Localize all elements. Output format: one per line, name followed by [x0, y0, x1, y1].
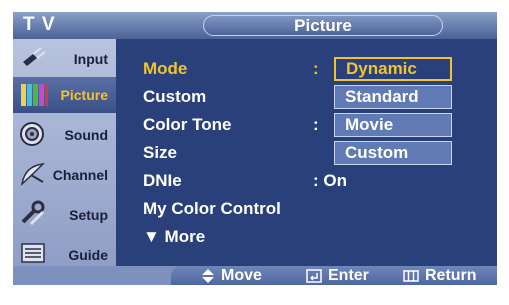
menu-return-icon	[403, 270, 419, 282]
menu-item-label: Custom	[143, 87, 207, 106]
help-return: Return	[403, 266, 477, 285]
speaker-icon	[20, 122, 44, 146]
title-bar: T V Picture	[13, 12, 497, 39]
dropdown-option-movie[interactable]: Movie	[334, 113, 452, 137]
menu-item-custom[interactable]: Custom	[143, 87, 206, 113]
sidebar-item-setup[interactable]: Setup	[13, 197, 116, 233]
sidebar-item-sound[interactable]: Sound	[13, 117, 116, 153]
menu-item-my-color-control[interactable]: My Color Control	[143, 199, 281, 225]
help-move-label: Move	[221, 267, 262, 284]
help-move: Move	[201, 266, 262, 285]
menu-item-mode[interactable]: Mode	[143, 59, 187, 85]
enter-key-icon	[306, 269, 322, 283]
osd-menu: T V Picture Input Picture Sound Channel …	[13, 12, 497, 285]
menu-item-label: Mode	[143, 59, 188, 78]
menu-item-label: Color Tone	[143, 115, 232, 134]
menu-item-label: My Color Control	[143, 199, 281, 218]
menu-item-color-tone-value: :	[313, 115, 319, 134]
help-bar: Move Enter Return	[13, 266, 497, 285]
sidebar-item-label: Input	[73, 51, 108, 67]
input-plug-icon	[23, 47, 46, 66]
sidebar-item-label: Setup	[69, 207, 108, 223]
sidebar-item-label: Picture	[60, 87, 108, 103]
sidebar-item-label: Guide	[68, 247, 108, 263]
menu-item-label: DNIe	[143, 171, 182, 190]
dropdown-option-dynamic[interactable]: Dynamic	[334, 57, 452, 81]
dropdown-option-standard[interactable]: Standard	[334, 85, 452, 109]
satellite-dish-icon	[20, 163, 46, 187]
menu-item-label: Size	[143, 143, 178, 162]
sidebar-item-picture[interactable]: Picture	[13, 77, 116, 113]
sidebar-item-label: Channel	[52, 167, 108, 183]
sidebar-item-channel[interactable]: Channel	[13, 157, 116, 193]
menu-item-mode-value: :	[313, 59, 319, 78]
picture-bars-icon	[21, 84, 48, 106]
menu-item-more[interactable]: ▼ More	[143, 227, 205, 253]
menu-title: Picture	[203, 15, 443, 36]
tv-screen: T V Picture Input Picture Sound Channel …	[0, 0, 509, 305]
device-label: T V	[23, 14, 56, 35]
sidebar-item-label: Sound	[64, 127, 108, 143]
program-guide-icon	[21, 243, 45, 263]
up-down-arrows-icon	[202, 268, 214, 283]
menu-item-dnie[interactable]: DNIe	[143, 171, 182, 197]
dropdown-option-custom[interactable]: Custom	[334, 141, 452, 165]
menu-item-size[interactable]: Size	[143, 143, 177, 169]
sidebar: Input Picture Sound Channel Setup Guide	[13, 39, 116, 285]
help-return-label: Return	[425, 267, 477, 284]
menu-item-color-tone[interactable]: Color Tone	[143, 115, 231, 141]
menu-item-dnie-value: : On	[313, 171, 347, 190]
menu-item-label: ▼ More	[143, 227, 206, 246]
help-enter: Enter	[306, 266, 369, 285]
setup-tools-icon	[21, 200, 45, 226]
sidebar-item-input[interactable]: Input	[13, 41, 116, 77]
help-enter-label: Enter	[328, 267, 369, 284]
